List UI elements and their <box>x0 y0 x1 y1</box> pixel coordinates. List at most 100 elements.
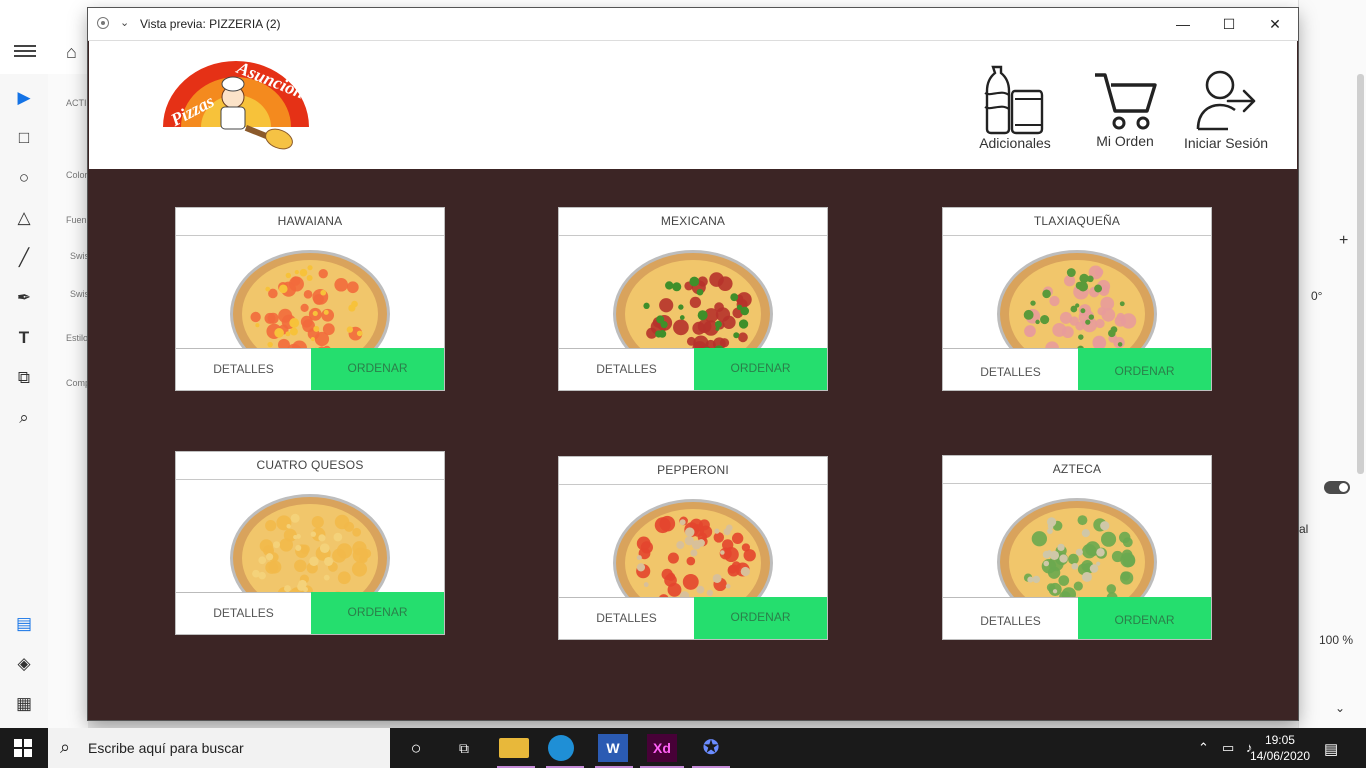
card-actions: DETALLES ORDENAR <box>943 348 1211 390</box>
pizza-card: MEXICANA DETALLES ORDENAR <box>558 207 828 391</box>
assets-label: Estilo <box>66 333 89 343</box>
preview-window: ⌄ Vista previa: PIZZERIA (2) — ☐ ✕ Pizza… <box>88 8 1298 720</box>
pizza-card: HAWAIANA DETALLES ORDENAR <box>175 207 445 391</box>
toggle-switch[interactable] <box>1324 481 1350 494</box>
file-explorer-icon[interactable] <box>499 738 529 758</box>
notifications-icon[interactable]: ▤ <box>1324 740 1338 758</box>
card-actions: DETALLES ORDENAR <box>176 348 444 390</box>
taskbar-search[interactable]: ⌕ Escribe aquí para buscar <box>48 728 390 768</box>
assets-label: ACTI <box>66 98 87 108</box>
details-button[interactable]: DETALLES <box>943 597 1078 639</box>
assets-label: Fuen <box>66 215 87 225</box>
pizza-card: TLAXIAQUEÑA DETALLES ORDENAR <box>942 207 1212 391</box>
line-tool-icon[interactable]: ╱ <box>14 248 34 268</box>
nav-label: Mi Orden <box>1096 133 1154 149</box>
xd-bottom-bar <box>88 720 1298 728</box>
pizza-name: HAWAIANA <box>176 208 444 236</box>
pizza-image[interactable] <box>943 484 1211 597</box>
assets-label: Comp <box>66 378 91 388</box>
details-button[interactable]: DETALLES <box>559 348 694 390</box>
assets-label: Swis <box>70 251 90 261</box>
nav-adicionales[interactable]: Adicionales <box>977 63 1053 151</box>
clock-time: 19:05 <box>1264 733 1295 747</box>
details-button[interactable]: DETALLES <box>559 597 694 639</box>
pizzeria-logo[interactable]: Pizzas Asunción <box>161 55 311 153</box>
zoom-value: 100 % <box>1319 633 1354 647</box>
minimize-icon[interactable]: — <box>1160 8 1206 40</box>
pizza-name: CUATRO QUESOS <box>176 452 444 480</box>
nav-mi-orden[interactable]: Mi Orden <box>1087 69 1163 149</box>
pizza-image[interactable] <box>943 236 1211 349</box>
artboard-tool-icon[interactable]: ⧉ <box>14 368 34 388</box>
pizza-name: PEPPERONI <box>559 457 827 485</box>
order-button[interactable]: ORDENAR <box>1078 348 1211 390</box>
card-actions: DETALLES ORDENAR <box>559 597 827 639</box>
triangle-tool-icon[interactable]: △ <box>14 208 34 228</box>
pizza-card: PEPPERONI DETALLES ORDENAR <box>558 456 828 640</box>
battery-icon[interactable]: ▭ <box>1222 740 1234 756</box>
order-button[interactable]: ORDENAR <box>311 592 444 634</box>
rotation-value: 0° <box>1311 289 1323 303</box>
card-actions: DETALLES ORDENAR <box>559 348 827 390</box>
pen-tool-icon[interactable]: ✒ <box>14 288 34 308</box>
pizza-grid: HAWAIANA DETALLES ORDENAR MEXICANA DETAL… <box>88 169 1298 720</box>
task-view-icon[interactable]: ⧉ <box>449 734 479 762</box>
nav-iniciar-sesion[interactable]: Iniciar Sesión <box>1181 67 1271 151</box>
app-icon[interactable]: ✪ <box>696 734 726 762</box>
card-actions: DETALLES ORDENAR <box>176 592 444 634</box>
login-icon <box>1196 70 1256 131</box>
chevron-down-icon[interactable]: ⌄ <box>1335 701 1345 715</box>
pizza-image[interactable] <box>559 236 827 349</box>
maximize-icon[interactable]: ☐ <box>1206 8 1252 40</box>
nav-label: Adicionales <box>979 135 1051 151</box>
chevron-down-icon[interactable]: ⌄ <box>120 16 129 29</box>
details-button[interactable]: DETALLES <box>943 348 1078 390</box>
xd-assets-panel: ACTI Color Fuen Swis Swis Estilo Comp <box>48 74 91 728</box>
word-icon[interactable]: W <box>598 734 628 762</box>
xd-toolbar: ▶ □ ○ △ ╱ ✒ T ⧉ ⌕ ▤ ◈ ▦ <box>0 74 49 728</box>
select-tool-icon[interactable]: ▶ <box>14 88 34 108</box>
assets-label: Color <box>66 170 88 180</box>
app-header: Pizzas Asunción Adicionales Mi Orden Ini… <box>89 41 1297 169</box>
pizza-image[interactable] <box>176 236 444 349</box>
home-icon[interactable]: ⌂ <box>66 42 77 63</box>
scrollbar[interactable] <box>1357 74 1364 474</box>
right-panel-label: al <box>1299 522 1309 536</box>
card-actions: DETALLES ORDENAR <box>943 597 1211 639</box>
details-button[interactable]: DETALLES <box>176 348 311 390</box>
pizza-name: TLAXIAQUEÑA <box>943 208 1211 236</box>
hamburger-menu-icon[interactable] <box>14 42 36 62</box>
order-button[interactable]: ORDENAR <box>1078 597 1211 639</box>
close-icon[interactable]: ✕ <box>1252 8 1298 40</box>
assets-panel-icon[interactable]: ▤ <box>14 614 34 634</box>
add-icon[interactable]: + <box>1339 232 1348 250</box>
order-button[interactable]: ORDENAR <box>694 597 827 639</box>
edge-icon[interactable] <box>548 735 574 761</box>
plugins-panel-icon[interactable]: ▦ <box>14 694 34 714</box>
pizza-name: MEXICANA <box>559 208 827 236</box>
taskbar: ⌕ Escribe aquí para buscar ○ ⧉ W Xd ✪ ⌃ … <box>0 728 1366 768</box>
clock[interactable]: 19:05 14/06/2020 <box>1250 732 1310 764</box>
clock-date: 14/06/2020 <box>1249 749 1310 763</box>
windows-start-icon[interactable] <box>14 739 32 757</box>
layers-panel-icon[interactable]: ◈ <box>14 654 34 674</box>
order-button[interactable]: ORDENAR <box>694 348 827 390</box>
pizza-image[interactable] <box>176 480 444 593</box>
pizza-image[interactable] <box>559 485 827 598</box>
search-icon: ⌕ <box>60 737 71 757</box>
window-title: Vista previa: PIZZERIA (2) <box>140 17 281 31</box>
tray-chevron-up-icon[interactable]: ⌃ <box>1198 740 1209 756</box>
zoom-tool-icon[interactable]: ⌕ <box>14 408 34 428</box>
text-tool-icon[interactable]: T <box>14 328 34 348</box>
nav-label: Iniciar Sesión <box>1183 135 1269 151</box>
ellipse-tool-icon[interactable]: ○ <box>14 168 34 188</box>
adobe-xd-icon[interactable]: Xd <box>647 734 677 762</box>
cortana-icon[interactable]: ○ <box>401 734 431 762</box>
record-icon[interactable] <box>97 17 109 29</box>
search-placeholder: Escribe aquí para buscar <box>88 740 244 756</box>
rectangle-tool-icon[interactable]: □ <box>14 128 34 148</box>
order-button[interactable]: ORDENAR <box>311 348 444 390</box>
window-titlebar: ⌄ Vista previa: PIZZERIA (2) — ☐ ✕ <box>88 8 1298 41</box>
pizza-name: AZTECA <box>943 456 1211 484</box>
details-button[interactable]: DETALLES <box>176 592 311 634</box>
